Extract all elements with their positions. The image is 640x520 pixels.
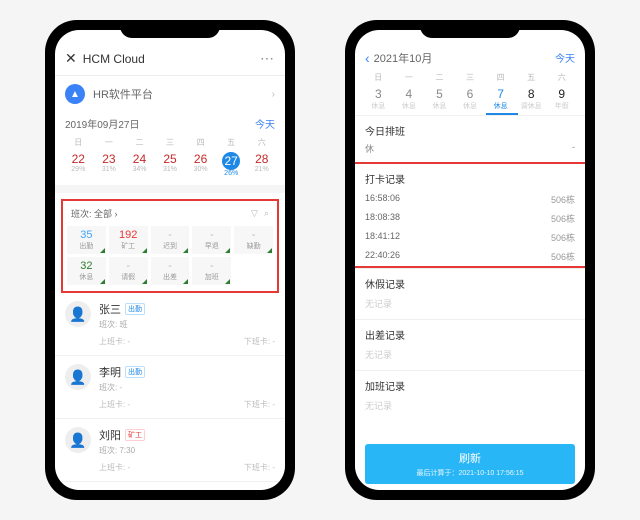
calendar-day[interactable]: 6休息 (455, 87, 486, 111)
weekday-label: 五 (516, 72, 547, 83)
notch (420, 20, 520, 38)
stat-tile[interactable]: 32休息 (67, 257, 106, 285)
calendar-day[interactable]: 2434% (124, 152, 155, 177)
weekday-label: 二 (124, 137, 155, 148)
phone-left: ✕ HCM Cloud ⋯ ▲ HR软件平台 › 2019年09月27日 今天 … (45, 20, 295, 500)
weekday-label: 二 (424, 72, 455, 83)
weekday-label: 四 (185, 137, 216, 148)
weekday-row: 日一二三四五六 (355, 72, 585, 83)
calendar-day[interactable]: 2630% (185, 152, 216, 177)
stat-tile[interactable]: -缺勤 (234, 226, 273, 254)
highlight-box: 班次: 全部 › ▽ ⌕ 35出勤192矿工-迟到-早退-缺勤 32休息-请假-出… (61, 199, 279, 293)
avatar: 👤 (65, 301, 91, 327)
search-icon[interactable]: ⌕ (264, 208, 269, 219)
calendar-day[interactable]: 2331% (94, 152, 125, 177)
person-row[interactable]: 👤张三出勤班次: 班上班卡: -下班卡: - (55, 293, 285, 356)
filter-icon[interactable]: ▽ (251, 208, 258, 219)
today-link[interactable]: 今天 (555, 50, 575, 66)
filter-row[interactable]: 班次: 全部 › ▽ ⌕ (67, 205, 273, 226)
weekday-label: 日 (63, 137, 94, 148)
screen-right: ‹ 2021年10月 今天 日一二三四五六 3休息4休息5休息6休息7休息8调休… (355, 30, 585, 490)
punch-row: 18:41:12506栋 (355, 228, 585, 247)
org-icon: ▲ (65, 84, 85, 104)
weekday-label: 六 (246, 137, 277, 148)
calendar-day[interactable]: 2726% (216, 152, 247, 177)
weekday-label: 日 (363, 72, 394, 83)
weekday-label: 一 (394, 72, 425, 83)
schedule-row: 休 - (365, 142, 575, 155)
close-icon[interactable]: ✕ (65, 50, 77, 67)
app-title: HCM Cloud (83, 52, 254, 66)
calendar-day[interactable]: 8调休息 (516, 87, 547, 111)
org-row[interactable]: ▲ HR软件平台 › (55, 76, 285, 112)
current-date[interactable]: 2019年09月27日 (65, 116, 255, 131)
calendar-day[interactable]: 2821% (246, 152, 277, 177)
phone-right: ‹ 2021年10月 今天 日一二三四五六 3休息4休息5休息6休息7休息8调休… (345, 20, 595, 500)
weekday-label: 四 (485, 72, 516, 83)
stat-tile[interactable]: -出差 (151, 257, 190, 285)
weekday-label: 五 (216, 137, 247, 148)
empty-label: 无记录 (365, 291, 575, 312)
stat-tile[interactable]: -迟到 (151, 226, 190, 254)
current-month[interactable]: 2021年10月 (374, 50, 555, 66)
calendar-day[interactable]: 7休息 (485, 87, 516, 111)
avatar: 👤 (65, 364, 91, 390)
person-list: 👤张三出勤班次: 班上班卡: -下班卡: -👤李明出勤班次: -上班卡: -下班… (55, 293, 285, 490)
section-title: 休假记录 (365, 276, 575, 291)
schedule-section: 今日排班 休 - (355, 115, 585, 162)
section-title: 打卡记录 (365, 171, 575, 186)
punch-row: 22:40:26506栋 (355, 247, 585, 266)
person-row[interactable]: 👤刘阳矿工班次: 7:30上班卡: -下班卡: - (55, 419, 285, 482)
weekday-label: 三 (155, 137, 186, 148)
weekday-label: 三 (455, 72, 486, 83)
avatar: 👤 (65, 427, 91, 453)
calendar-day[interactable]: 4休息 (394, 87, 425, 111)
stat-grid: 35出勤192矿工-迟到-早退-缺勤 32休息-请假-出差-加班 (67, 226, 273, 285)
stat-tile[interactable]: -早退 (192, 226, 231, 254)
ot-section: 加班记录 无记录 (355, 370, 585, 421)
calendar-day[interactable]: 2531% (155, 152, 186, 177)
leave-section: 休假记录 无记录 (355, 268, 585, 319)
calendar-day[interactable]: 5休息 (424, 87, 455, 111)
punch-section: 打卡记录 (355, 164, 585, 190)
person-row[interactable]: 👤李明出勤班次: -上班卡: -下班卡: - (55, 356, 285, 419)
screen-left: ✕ HCM Cloud ⋯ ▲ HR软件平台 › 2019年09月27日 今天 … (55, 30, 285, 490)
calendar-day[interactable]: 2229% (63, 152, 94, 177)
weekday-label: 六 (546, 72, 577, 83)
org-name: HR软件平台 (93, 86, 264, 102)
calendar-day[interactable]: 3休息 (363, 87, 394, 111)
trip-section: 出差记录 无记录 (355, 319, 585, 370)
weekday-row: 日一二三四五六 (55, 133, 285, 150)
punch-row: 16:58:06506栋 (355, 190, 585, 209)
stat-tile[interactable]: 192矿工 (109, 226, 148, 254)
empty-label: 无记录 (365, 393, 575, 414)
stat-tile[interactable]: -请假 (109, 257, 148, 285)
chevron-right-icon: › (272, 89, 275, 100)
calendar-days: 3休息4休息5休息6休息7休息8调休息9年假 (355, 83, 585, 111)
today-link[interactable]: 今天 (255, 116, 275, 131)
calendar-days: 2229%2331%2434%2531%2630%2726%2821% (55, 150, 285, 185)
more-icon[interactable]: ⋯ (260, 50, 275, 67)
punch-row: 18:08:38506栋 (355, 209, 585, 228)
section-title: 加班记录 (365, 378, 575, 393)
back-icon[interactable]: ‹ (365, 50, 370, 66)
notch (120, 20, 220, 38)
refresh-button[interactable]: 刷新 最后计算于：2021-10-10 17:56:15 (365, 444, 575, 484)
date-row: 2019年09月27日 今天 (55, 112, 285, 133)
stat-tile[interactable]: -加班 (192, 257, 231, 285)
stat-tile[interactable]: 35出勤 (67, 226, 106, 254)
weekday-label: 一 (94, 137, 125, 148)
section-title: 今日排班 (365, 123, 575, 138)
highlight-box: 打卡记录 16:58:06506栋18:08:38506栋18:41:12506… (355, 162, 585, 268)
empty-label: 无记录 (365, 342, 575, 363)
section-title: 出差记录 (365, 327, 575, 342)
calendar-day[interactable]: 9年假 (546, 87, 577, 111)
